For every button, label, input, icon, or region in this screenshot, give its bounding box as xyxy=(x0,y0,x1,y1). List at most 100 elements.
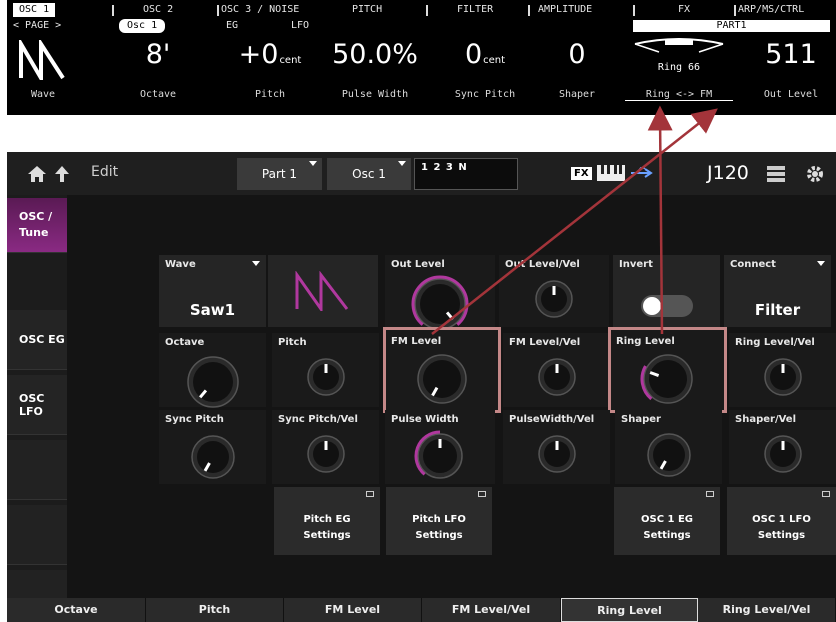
shaper-vel-label: Shaper/Vel xyxy=(735,414,796,425)
tab-divider xyxy=(426,5,428,16)
pulse-width-vel-knob[interactable] xyxy=(535,432,579,480)
invert-label: Invert xyxy=(619,259,653,270)
connect-label: Connect xyxy=(730,259,776,270)
sync-pitch-knob-cell[interactable]: Sync Pitch xyxy=(159,410,266,484)
oled-param-pulse-width: 50.0% Pulse Width xyxy=(325,40,425,110)
touch-screen: Edit Part 1 Osc 1 1 2 3 N FX J120 OSC / … xyxy=(7,152,836,622)
sidebar-item-osc-lfo[interactable]: OSC LFO xyxy=(7,375,67,435)
bottom-tab-ring-level-vel[interactable]: Ring Level/Vel xyxy=(698,598,836,622)
pitch-knob-cell[interactable]: Pitch xyxy=(272,333,379,407)
ring-level-knob[interactable] xyxy=(640,351,696,411)
fm-level-vel-knob-cell[interactable]: FM Level/Vel xyxy=(503,333,610,407)
pulse-width-knob[interactable] xyxy=(414,430,466,486)
shaper-knob[interactable] xyxy=(644,430,694,484)
back-up-icon[interactable] xyxy=(53,164,71,184)
sidebar-item-osc-eg[interactable]: OSC EG xyxy=(7,310,67,370)
shaper-vel-knob-cell[interactable]: Shaper/Vel xyxy=(729,410,836,484)
pulse-width-vel-knob-cell[interactable]: PulseWidth/Vel xyxy=(503,410,610,484)
edit-label: Edit xyxy=(91,164,119,180)
ring-level-knob-cell[interactable]: Ring Level xyxy=(608,327,727,413)
oled-tab-osc2[interactable]: OSC 2 xyxy=(143,3,173,17)
bottom-tab-pitch[interactable]: Pitch xyxy=(146,598,284,622)
out-level-knob[interactable] xyxy=(411,275,469,337)
saw-wave-icon xyxy=(19,40,65,80)
oled-pitch-value: +0 xyxy=(238,39,279,70)
oled-part-bar: PART1 xyxy=(633,20,830,32)
pitch-eg-settings-line1: Pitch EG xyxy=(303,514,351,525)
octave-knob[interactable] xyxy=(184,353,242,415)
fm-level-knob-cell[interactable]: FM Level xyxy=(383,327,501,413)
out-level-vel-knob[interactable] xyxy=(532,277,576,325)
invert-toggle-cell[interactable]: Invert xyxy=(613,255,720,327)
out-level-knob-cell[interactable]: Out Level xyxy=(385,255,495,330)
oled-param-pitch: +0cent Pitch xyxy=(229,40,311,110)
oled-param-out-level: 511 Out Level xyxy=(749,40,833,110)
ring-level-vel-label: Ring Level/Vel xyxy=(735,337,815,348)
oled-pulse-width-value: 50.0% xyxy=(332,39,418,70)
osc-select-button[interactable]: Osc 1 xyxy=(327,158,411,190)
oled-tab-arp-ms-ctrl[interactable]: ARP/MS/CTRL xyxy=(738,3,804,17)
octave-knob-cell[interactable]: Octave xyxy=(159,333,266,408)
out-level-vel-label: Out Level/Vel xyxy=(505,259,580,270)
part-select-button[interactable]: Part 1 xyxy=(237,158,322,190)
fm-level-knob[interactable] xyxy=(414,351,470,411)
oled-subtab-eg[interactable]: EG xyxy=(226,19,238,33)
tempo-display[interactable]: J120 xyxy=(707,162,749,184)
settings-gear-icon[interactable] xyxy=(805,164,825,184)
pulse-width-knob-cell[interactable]: Pulse Width xyxy=(385,410,495,484)
popup-icon xyxy=(706,491,714,497)
ring-level-vel-knob[interactable] xyxy=(761,355,805,403)
pitch-lfo-settings-line2: Settings xyxy=(415,530,463,541)
pitch-eg-settings-button[interactable]: Pitch EG Settings xyxy=(274,487,380,555)
wave-select-cell[interactable]: Wave Saw1 xyxy=(159,255,266,327)
bottom-tab-octave[interactable]: Octave xyxy=(7,598,146,622)
shaper-knob-cell[interactable]: Shaper xyxy=(615,410,722,484)
sync-pitch-vel-knob-cell[interactable]: Sync Pitch/Vel xyxy=(272,410,379,484)
tab-divider xyxy=(528,5,530,16)
grid-menu-icon[interactable] xyxy=(767,166,785,182)
bottom-tab-fm-level[interactable]: FM Level xyxy=(284,598,422,622)
bottom-knob-assign-bar: Octave Pitch FM Level FM Level/Vel Ring … xyxy=(7,598,836,622)
oled-pitch-label: Pitch xyxy=(254,89,286,100)
oled-subtab-lfo[interactable]: LFO xyxy=(291,19,309,33)
bottom-tab-ring-level[interactable]: Ring Level xyxy=(561,598,698,622)
oled-tab-filter[interactable]: FILTER xyxy=(457,3,493,17)
tab-divider xyxy=(734,5,736,16)
oled-pulse-width-label: Pulse Width xyxy=(341,89,409,100)
osc1-eg-settings-button[interactable]: OSC 1 EG Settings xyxy=(614,487,720,555)
sidebar-item-osc-tune[interactable]: OSC / Tune xyxy=(7,198,67,253)
oled-subtab-osc1[interactable]: Osc 1 xyxy=(119,19,166,33)
connect-select-cell[interactable]: Connect Filter xyxy=(724,255,831,327)
oled-sync-pitch-unit: cent xyxy=(483,55,506,66)
oled-tab-amplitude[interactable]: AMPLITUDE xyxy=(538,3,592,17)
keyboard-icon[interactable] xyxy=(597,165,625,181)
bottom-tab-fm-level-vel[interactable]: FM Level/Vel xyxy=(422,598,561,622)
part-select-label: Part 1 xyxy=(261,167,298,181)
pitch-knob[interactable] xyxy=(304,355,348,403)
oled-pitch-unit: cent xyxy=(279,55,302,66)
octave-label: Octave xyxy=(165,337,205,348)
home-icon[interactable] xyxy=(27,165,47,183)
popup-icon xyxy=(366,491,374,497)
pitch-lfo-settings-line1: Pitch LFO xyxy=(412,514,466,525)
oled-out-level-label: Out Level xyxy=(763,89,819,100)
oled-tab-osc3-noise[interactable]: OSC 3 / NOISE xyxy=(221,3,299,17)
ring-level-vel-knob-cell[interactable]: Ring Level/Vel xyxy=(729,333,836,407)
dropdown-triangle-icon xyxy=(398,161,406,166)
oled-tab-pitch[interactable]: PITCH xyxy=(352,3,382,17)
pitch-lfo-settings-button[interactable]: Pitch LFO Settings xyxy=(386,487,492,555)
oled-param-ring-fm: Ring 66 Ring <-> FM xyxy=(625,38,733,110)
sync-pitch-vel-knob[interactable] xyxy=(304,432,348,480)
oled-out-level-value: 511 xyxy=(765,39,817,70)
out-level-label: Out Level xyxy=(391,259,445,270)
fx-badge[interactable]: FX xyxy=(571,167,592,180)
saw-wave-icon xyxy=(295,271,349,311)
invert-toggle[interactable] xyxy=(641,295,693,317)
oled-tab-fx[interactable]: FX xyxy=(678,3,690,17)
osc1-lfo-settings-button[interactable]: OSC 1 LFO Settings xyxy=(727,487,836,555)
fm-level-vel-knob[interactable] xyxy=(535,355,579,403)
oled-tab-osc1[interactable]: OSC 1 xyxy=(13,3,56,17)
out-level-vel-knob-cell[interactable]: Out Level/Vel xyxy=(499,255,609,327)
sync-pitch-knob[interactable] xyxy=(188,432,238,486)
shaper-vel-knob[interactable] xyxy=(761,432,805,480)
